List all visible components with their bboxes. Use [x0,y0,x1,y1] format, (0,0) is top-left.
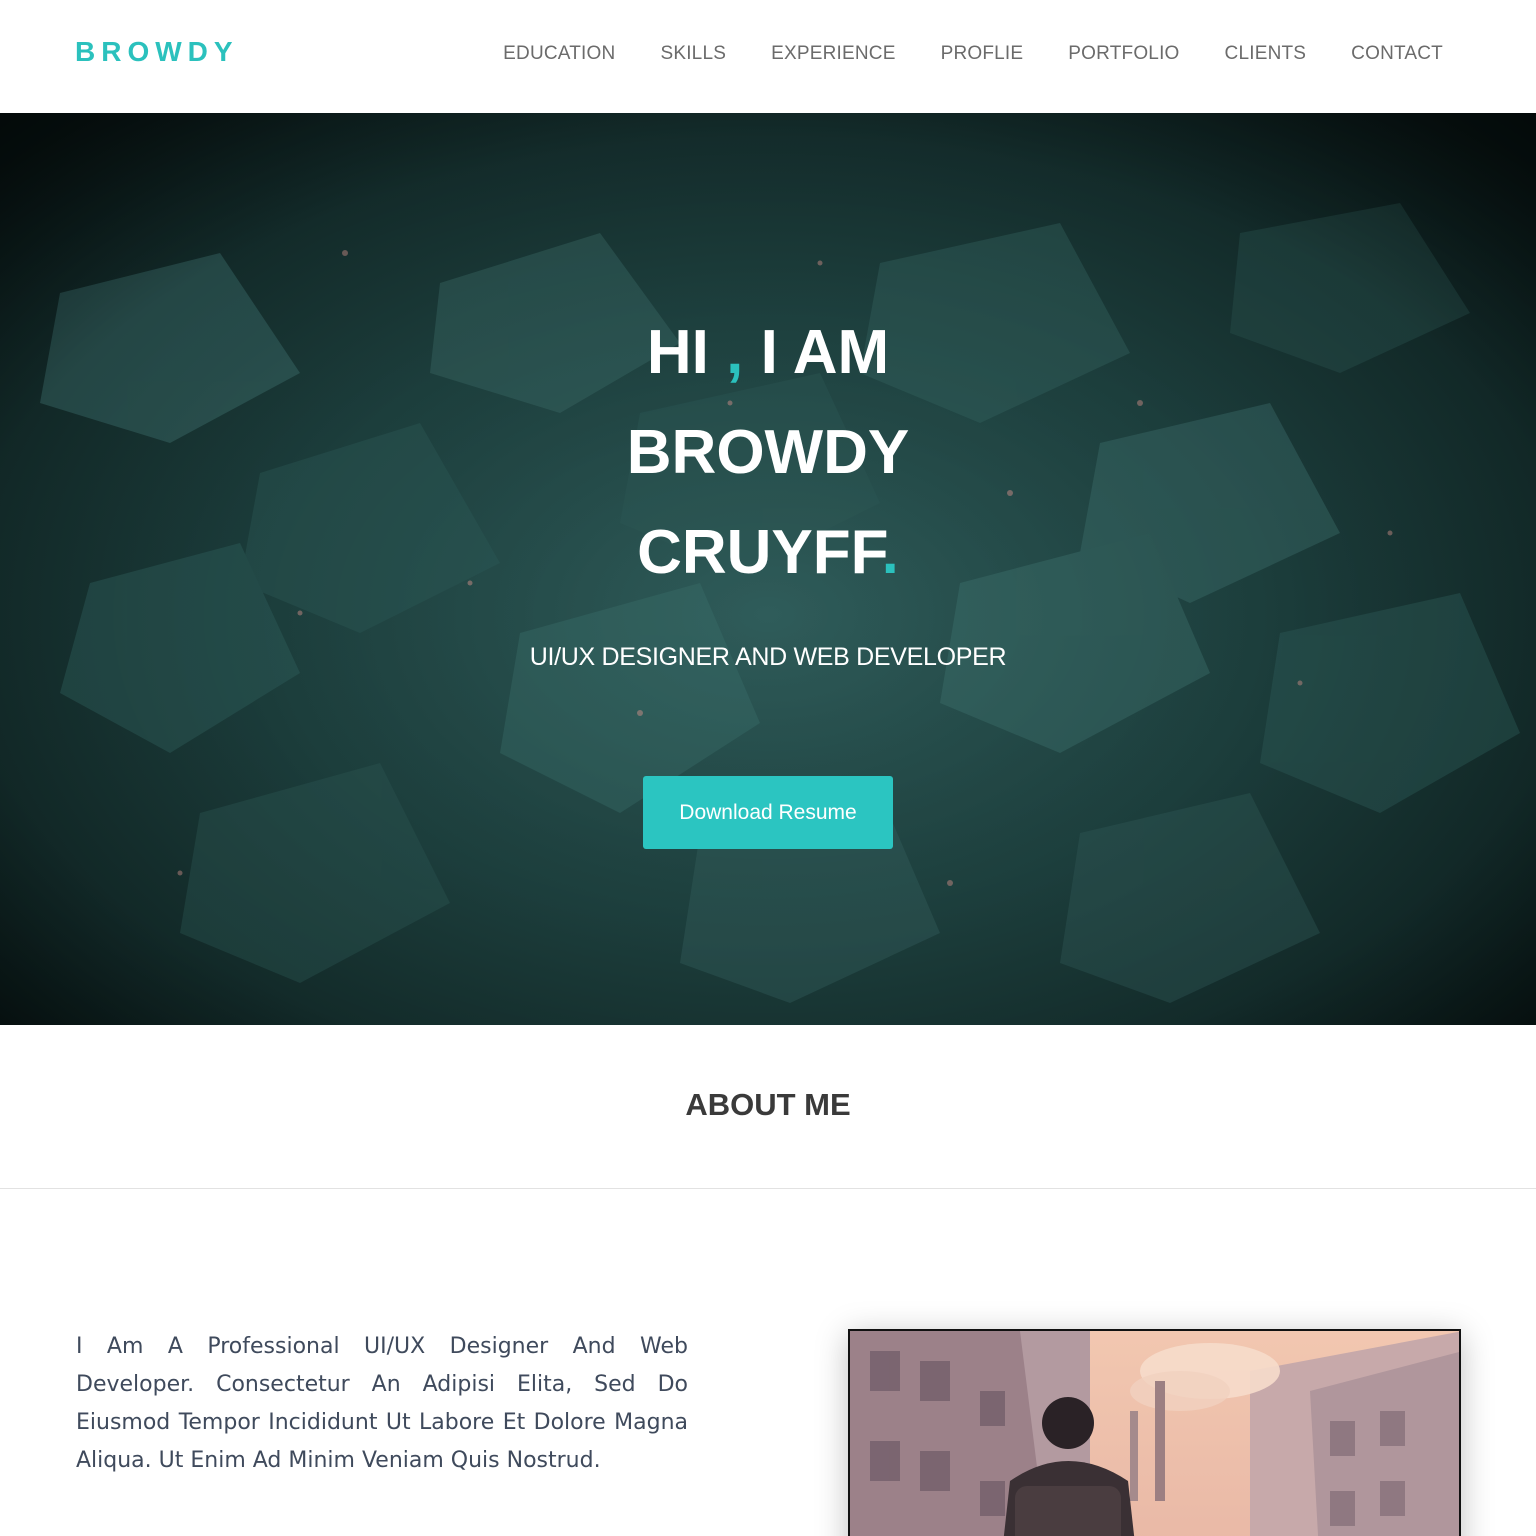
about-header: ABOUT ME [0,1025,1536,1189]
about-text: I Am A Professional UI/UX Designer And W… [76,1334,688,1473]
main-nav: EDUCATION SKILLS EXPERIENCE PROFLIE PORT… [503,43,1443,65]
site-header: BROWDY EDUCATION SKILLS EXPERIENCE PROFL… [0,0,1536,113]
download-resume-button[interactable]: Download Resume [643,776,893,849]
hero-title-line-3: CRUYFF. [0,503,1536,603]
hero-subtitle: UI/UX DESIGNER AND WEB DEVELOPER [529,643,1007,671]
hero-title-line-1: HI , I AM [0,303,1536,403]
hero-i-am: I AM [760,318,890,387]
hero-surname: CRUYFF [637,518,882,587]
logo[interactable]: BROWDY [75,36,239,68]
hero-title: HI , I AM BROWDY CRUYFF. [0,303,1536,603]
nav-skills[interactable]: SKILLS [660,43,726,65]
hero-title-line-2: BROWDY [626,418,910,487]
nav-portfolio[interactable]: PORTFOLIO [1068,43,1179,65]
nav-experience[interactable]: EXPERIENCE [771,43,895,65]
nav-clients[interactable]: CLIENTS [1225,43,1307,65]
person-street-photo [850,1331,1459,1536]
hero-dot: . [881,518,899,587]
hero-hi: HI [646,318,709,387]
hero-comma: , [726,318,744,387]
nav-contact[interactable]: CONTACT [1351,43,1443,65]
nav-profile[interactable]: PROFLIE [941,43,1024,65]
about-title: ABOUT ME [685,1087,851,1122]
hero-section: HI , I AM BROWDY CRUYFF. UI/UX DESIGNER … [0,113,1536,1025]
about-photo [848,1329,1461,1536]
nav-education[interactable]: EDUCATION [503,43,615,65]
